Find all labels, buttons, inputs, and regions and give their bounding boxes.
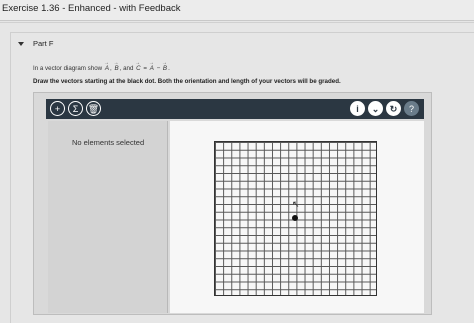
reset-button[interactable]: ↻ bbox=[386, 101, 401, 116]
help-icon: ? bbox=[408, 104, 414, 114]
prompt-text: In a vector diagram show bbox=[33, 65, 103, 72]
sigma-icon: Σ bbox=[72, 104, 79, 114]
vector-a-symbol: A bbox=[104, 60, 110, 72]
drawing-toolbar: + Σ 🗑 i ⌄ ↻ ? bbox=[46, 99, 424, 119]
minus-sign: − bbox=[156, 65, 161, 72]
drawing-instruction: Draw the vectors starting at the black d… bbox=[33, 78, 341, 85]
vector-b-symbol: B bbox=[162, 60, 168, 72]
exercise-title: Exercise 1.36 - Enhanced - with Feedback bbox=[2, 3, 181, 14]
trash-icon: 🗑 bbox=[87, 104, 100, 114]
properties-panel bbox=[48, 121, 168, 313]
prompt-period: . bbox=[168, 65, 170, 72]
info-icon: i bbox=[356, 104, 359, 114]
mouse-cursor-icon: ↖ bbox=[292, 199, 300, 209]
header-divider bbox=[0, 22, 474, 23]
prompt-separator: , and bbox=[119, 65, 134, 72]
delete-button[interactable]: 🗑 bbox=[86, 101, 101, 116]
no-selection-label: No elements selected bbox=[72, 138, 145, 147]
add-vector-button[interactable]: + bbox=[50, 101, 65, 116]
question-prompt: In a vector diagram show A, B, and C = A… bbox=[33, 60, 170, 72]
info-button[interactable]: i bbox=[350, 101, 365, 116]
help-button[interactable]: ? bbox=[404, 101, 419, 116]
vector-a-symbol: A bbox=[149, 60, 155, 72]
part-label: Part F bbox=[33, 39, 54, 48]
origin-dot[interactable] bbox=[292, 215, 298, 221]
reset-icon: ↻ bbox=[389, 104, 398, 114]
sum-button[interactable]: Σ bbox=[68, 101, 83, 116]
chevron-down-icon: ⌄ bbox=[371, 104, 380, 114]
exercise-header: Exercise 1.36 - Enhanced - with Feedback bbox=[0, 0, 474, 21]
vector-c-symbol: C bbox=[135, 60, 141, 72]
equals-sign: = bbox=[143, 65, 147, 72]
vector-b-symbol: B bbox=[113, 60, 119, 72]
expand-button[interactable]: ⌄ bbox=[368, 101, 383, 116]
collapse-caret-icon[interactable] bbox=[18, 42, 24, 46]
prompt-separator: , bbox=[110, 65, 112, 72]
plus-icon: + bbox=[54, 104, 61, 114]
